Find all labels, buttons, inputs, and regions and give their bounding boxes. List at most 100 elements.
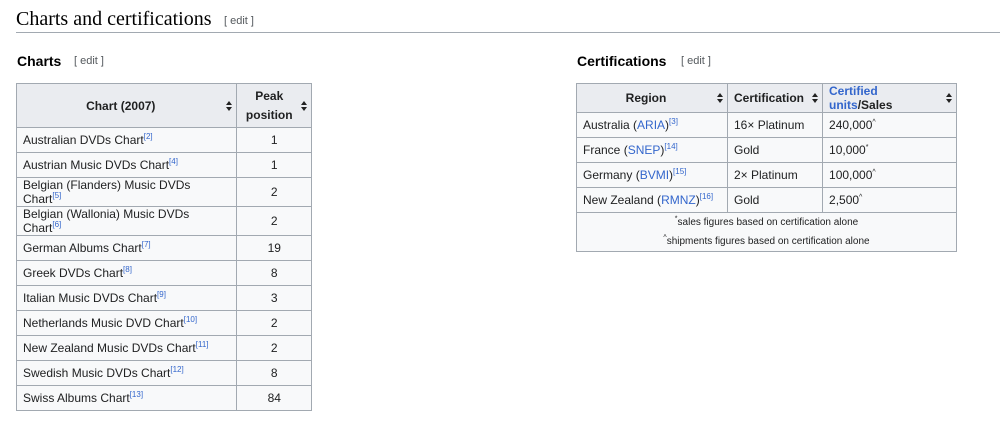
certification-cell: 2× Platinum xyxy=(726,162,824,188)
region-cell: Germany (BVMI)[15] xyxy=(576,162,728,188)
section-title: Charts and certifications xyxy=(16,8,212,30)
chart-column-header[interactable]: Chart (2007) xyxy=(15,83,238,128)
reference-link[interactable]: [5] xyxy=(52,191,61,200)
units-cell: 2,500^ xyxy=(822,187,957,213)
sort-icon[interactable] xyxy=(301,100,307,111)
section-edit-link[interactable]: [ edit ] xyxy=(224,15,254,27)
peak-position-cell: 3 xyxy=(236,285,312,311)
units-value: 240,000 xyxy=(829,118,873,132)
peak-column-header[interactable]: Peak position xyxy=(236,83,312,128)
region-column-header[interactable]: Region xyxy=(576,83,728,113)
sort-icon[interactable] xyxy=(946,93,952,103)
peak-position-cell: 1 xyxy=(236,152,312,178)
chart-row: Greek DVDs Chart[8] 8 xyxy=(15,260,312,286)
chart-name-cell: Belgian (Flanders) Music DVDs Chart[5] xyxy=(15,177,238,207)
reference-link[interactable]: [10] xyxy=(184,315,197,324)
reference-link[interactable]: [11] xyxy=(196,340,209,349)
certifier-link[interactable]: ARIA xyxy=(637,118,665,132)
reference-link[interactable]: [3] xyxy=(669,117,678,126)
chart-name-cell: German Albums Chart[7] xyxy=(15,235,238,261)
chart-row: Netherlands Music DVD Chart[10] 2 xyxy=(15,310,312,336)
certification-cell: Gold xyxy=(726,187,824,213)
certifications-edit-link[interactable]: [ edit ] xyxy=(681,55,711,67)
certification-column-label: Certification xyxy=(734,91,805,105)
chart-row: Belgian (Wallonia) Music DVDs Chart[6] 2 xyxy=(15,206,312,236)
certification-cell: Gold xyxy=(726,137,824,163)
reference-link[interactable]: [4] xyxy=(169,157,178,166)
units-value: 10,000 xyxy=(829,143,866,157)
chart-name: New Zealand Music DVDs Chart xyxy=(23,341,196,355)
reference-link[interactable]: [8] xyxy=(123,265,132,274)
certification-row: Australia (ARIA)[3] 16× Platinum 240,000^ xyxy=(576,112,957,138)
chart-row: Belgian (Flanders) Music DVDs Chart[5] 2 xyxy=(15,177,312,207)
region-cell: New Zealand (RMNZ)[16] xyxy=(576,187,728,213)
chart-name-cell: Netherlands Music DVD Chart[10] xyxy=(15,310,238,336)
sort-icon[interactable] xyxy=(226,100,233,111)
peak-position-cell: 19 xyxy=(236,235,312,261)
chart-name-cell: New Zealand Music DVDs Chart[11] xyxy=(15,335,238,361)
reference-link[interactable]: [7] xyxy=(142,240,151,249)
peak-position-cell: 8 xyxy=(236,260,312,286)
chart-column-label: Chart (2007) xyxy=(86,98,156,113)
certifications-table: Region Certification Certified units/Sal… xyxy=(576,83,957,252)
chart-name: Australian DVDs Chart xyxy=(23,133,144,147)
chart-name: Belgian (Wallonia) Music DVDs Chart xyxy=(23,207,190,235)
charts-edit-link[interactable]: [ edit ] xyxy=(74,55,104,67)
region-column-label: Region xyxy=(625,91,667,105)
chart-name-cell: Swiss Albums Chart[13] xyxy=(15,385,238,411)
certifier-link[interactable]: RMNZ xyxy=(661,193,696,207)
units-column-label-rest: /Sales xyxy=(857,98,893,112)
certification-row: New Zealand (RMNZ)[16] Gold 2,500^ xyxy=(576,187,957,213)
reference-link[interactable]: [12] xyxy=(170,365,183,374)
chart-name: Greek DVDs Chart xyxy=(23,266,124,280)
certifier-link[interactable]: SNEP xyxy=(628,143,661,157)
note-shipments: ^shipments figures based on certificatio… xyxy=(663,234,870,247)
chart-name-cell: Greek DVDs Chart[8] xyxy=(15,260,238,286)
certification-cell: 16× Platinum xyxy=(726,112,824,138)
units-value: 100,000 xyxy=(829,168,873,182)
reference-link[interactable]: [15] xyxy=(673,167,686,176)
certifications-heading: Certifications xyxy=(577,53,667,69)
units-footnote-mark: * xyxy=(865,144,869,151)
peak-position-cell: 2 xyxy=(236,206,312,236)
chart-name: German Albums Chart xyxy=(23,241,142,255)
certifier-link[interactable]: BVMI xyxy=(640,168,669,182)
reference-link[interactable]: [14] xyxy=(664,142,677,151)
charts-table: Chart (2007) Peak position Australian DV… xyxy=(15,83,312,411)
sort-icon[interactable] xyxy=(812,93,819,103)
certification-column-header[interactable]: Certification xyxy=(726,83,824,113)
region-cell: France (SNEP)[14] xyxy=(576,137,728,163)
chart-name-cell: Australian DVDs Chart[2] xyxy=(15,127,238,153)
reference-link[interactable]: [6] xyxy=(52,220,61,229)
region-cell: Australia (ARIA)[3] xyxy=(576,112,728,138)
peak-position-cell: 8 xyxy=(236,360,312,386)
chart-name: Italian Music DVDs Chart xyxy=(23,291,158,305)
units-column-header[interactable]: Certified units/Sales xyxy=(822,83,957,113)
units-footnote-mark: ^ xyxy=(872,169,876,176)
reference-link[interactable]: [2] xyxy=(144,132,153,141)
chart-row: Austrian Music DVDs Chart[4] 1 xyxy=(15,152,312,178)
peak-position-cell: 84 xyxy=(236,385,312,411)
peak-position-cell: 2 xyxy=(236,310,312,336)
section-heading: Charts and certifications [ edit ] xyxy=(16,6,1000,33)
chart-row: Swedish Music DVDs Chart[12] 8 xyxy=(15,360,312,386)
units-cell: 100,000^ xyxy=(822,162,957,188)
reference-link[interactable]: [13] xyxy=(130,390,143,399)
reference-link[interactable]: [9] xyxy=(157,290,166,299)
chart-row: New Zealand Music DVDs Chart[11] 2 xyxy=(15,335,312,361)
certification-notes: *sales figures based on certification al… xyxy=(576,212,957,252)
certification-row: France (SNEP)[14] Gold 10,000* xyxy=(576,137,957,163)
peak-position-cell: 2 xyxy=(236,335,312,361)
chart-name: Swiss Albums Chart xyxy=(23,391,130,405)
chart-row: German Albums Chart[7] 19 xyxy=(15,235,312,261)
reference-link[interactable]: [16] xyxy=(700,192,713,201)
country-name: New Zealand xyxy=(583,193,654,207)
units-value: 2,500 xyxy=(829,193,860,207)
chart-row: Swiss Albums Chart[13] 84 xyxy=(15,385,312,411)
chart-name-cell: Italian Music DVDs Chart[9] xyxy=(15,285,238,311)
units-footnote-mark: ^ xyxy=(859,194,863,201)
sort-icon[interactable] xyxy=(717,93,723,103)
chart-name: Belgian (Flanders) Music DVDs Chart xyxy=(23,178,191,206)
units-footnote-mark: ^ xyxy=(872,119,876,126)
charts-heading: Charts xyxy=(17,53,62,69)
